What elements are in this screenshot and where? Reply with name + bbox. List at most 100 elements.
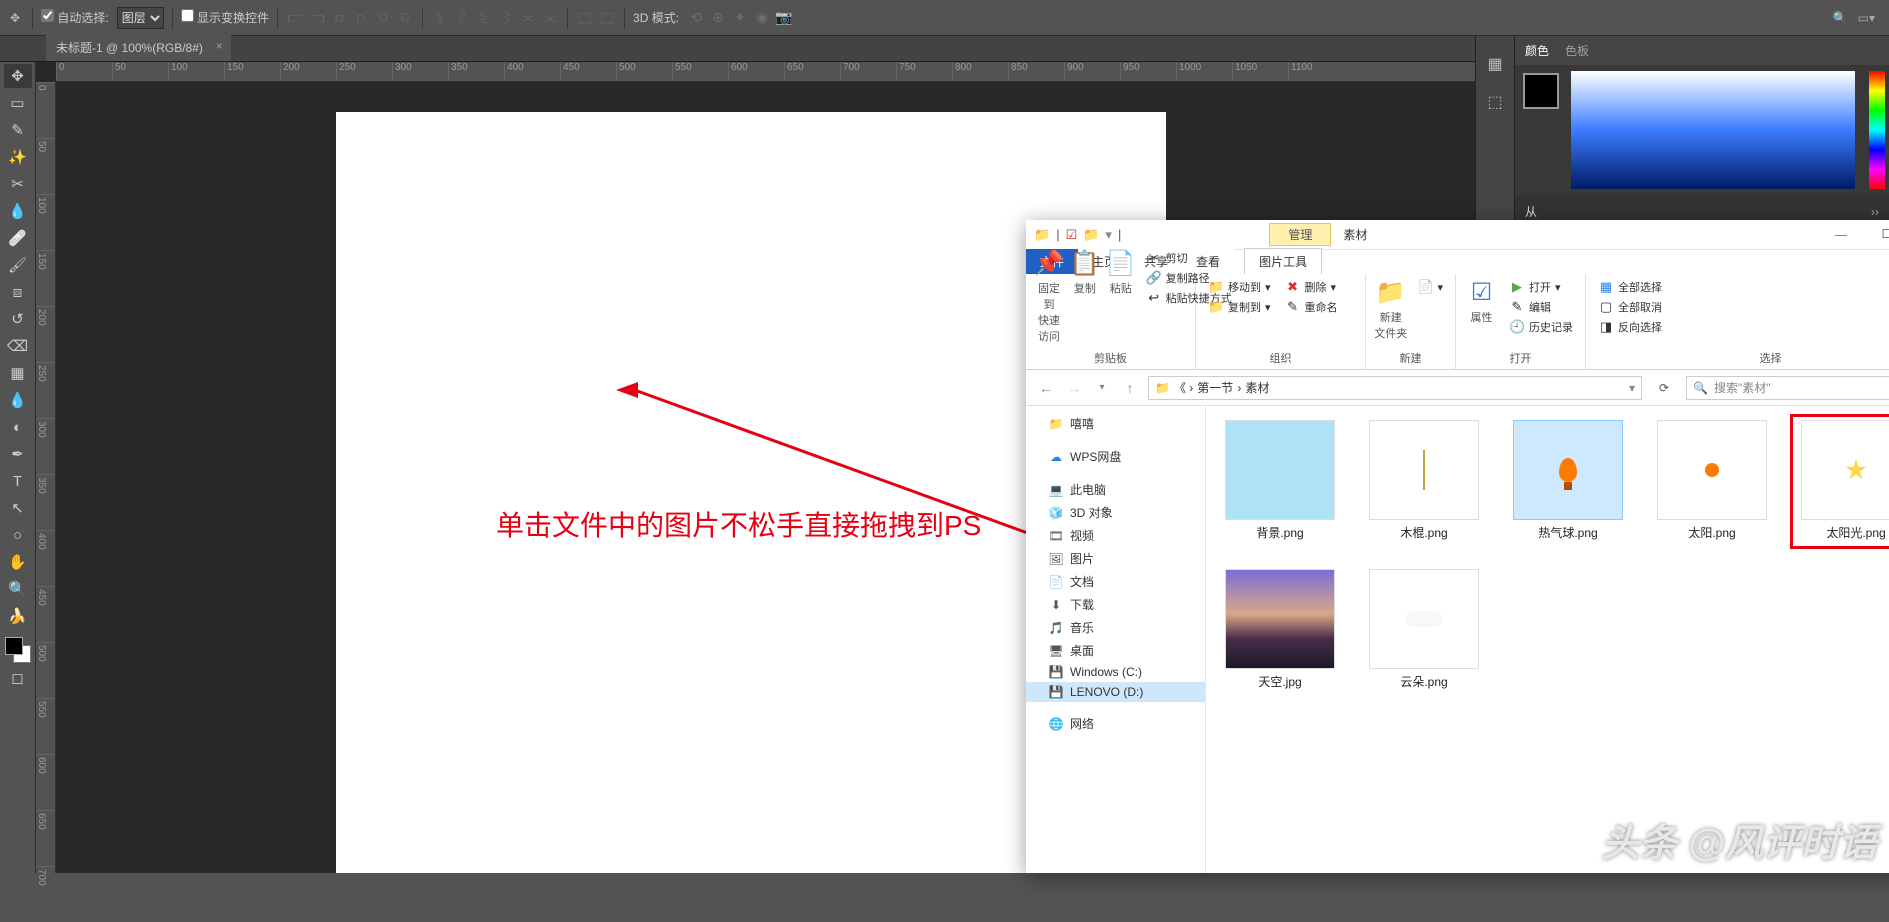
forward-button[interactable]: →: [1064, 380, 1084, 396]
pen-tool[interactable]: ✒: [4, 442, 32, 466]
quickmask-icon[interactable]: ◻: [4, 666, 32, 690]
maximize-button[interactable]: ☐: [1864, 220, 1889, 250]
minimize-button[interactable]: —: [1818, 220, 1864, 250]
properties-button[interactable]: ☑属性: [1464, 278, 1499, 325]
copyto-button[interactable]: 📁复制到▾: [1204, 298, 1275, 316]
panel-layout-icon[interactable]: ▭▾: [1858, 11, 1875, 25]
marquee-tool[interactable]: ▭: [4, 91, 32, 115]
rename-button[interactable]: ✎重命名: [1281, 298, 1342, 316]
search-input[interactable]: 🔍 搜索"素材": [1686, 376, 1889, 400]
tools-panel: ✥ ▭ ✎ ✨ ✂ 💧 🩹 🖌 ⧈ ↺ ⌫ ▦ 💧 ◐ ✒ T ↖ ○ ✋ 🔍 …: [0, 62, 36, 873]
check-icon[interactable]: ☑: [1066, 227, 1078, 243]
magic-wand-tool[interactable]: ✨: [4, 145, 32, 169]
eyedropper-tool[interactable]: 💧: [4, 199, 32, 223]
tree-node[interactable]: 🎞视频: [1026, 524, 1205, 547]
color-swatch[interactable]: [5, 637, 31, 663]
distribute-buttons[interactable]: ⫓⫔⫕⫖⫗⫘: [431, 9, 559, 27]
selectall-button[interactable]: ▦全部选择: [1594, 278, 1666, 296]
layer-dropdown[interactable]: 图层: [117, 7, 164, 29]
tree-node[interactable]: 🧊3D 对象: [1026, 501, 1205, 524]
hue-slider[interactable]: [1869, 71, 1885, 189]
tree-node[interactable]: 📁嘻嘻: [1026, 412, 1205, 435]
close-icon[interactable]: ×: [216, 39, 223, 53]
hand-tool[interactable]: ✋: [4, 550, 32, 574]
copy-button[interactable]: 📋复制: [1070, 249, 1100, 296]
moveto-button[interactable]: 📁移动到▾: [1204, 278, 1275, 296]
zoom-tool[interactable]: 🔍: [4, 577, 32, 601]
foreground-swatch[interactable]: [1523, 73, 1559, 109]
pin-button[interactable]: 📌固定到 快速访问: [1034, 249, 1064, 344]
tree-node[interactable]: 🌐网络: [1026, 712, 1205, 735]
banana-icon[interactable]: 🍌: [4, 604, 32, 628]
tree-node[interactable]: 🖥桌面: [1026, 639, 1205, 662]
text-tool[interactable]: T: [4, 469, 32, 493]
show-transform-check[interactable]: 显示变换控件: [181, 9, 269, 26]
tree-node[interactable]: 📄文档: [1026, 570, 1205, 593]
tree-node[interactable]: 🎵音乐: [1026, 616, 1205, 639]
tree-node[interactable]: ☁WPS网盘: [1026, 445, 1205, 468]
paste-button[interactable]: 📄粘贴: [1106, 249, 1136, 296]
search-icon: 🔍: [1693, 381, 1708, 395]
blur-tool[interactable]: 💧: [4, 388, 32, 412]
history-brush-tool[interactable]: ↺: [4, 307, 32, 331]
file-item[interactable]: 太阳.png: [1652, 420, 1772, 541]
selectnone-button[interactable]: ▢全部取消: [1594, 298, 1666, 316]
invert-button[interactable]: ◨反向选择: [1594, 318, 1666, 336]
tree-node[interactable]: 🖼图片: [1026, 547, 1205, 570]
document-tab[interactable]: 未标题-1 @ 100%(RGB/8#)×: [46, 34, 231, 61]
align-buttons[interactable]: ⫍⫎⫏⫐⫑⫒: [286, 9, 414, 27]
newfolder-button[interactable]: 📁新建 文件夹: [1374, 278, 1407, 341]
file-item[interactable]: 热气球.png: [1508, 420, 1628, 541]
file-item[interactable]: 木棍.png: [1364, 420, 1484, 541]
breadcrumb[interactable]: 📁《 › 第一节› 素材 ▾: [1148, 376, 1642, 400]
panel-icon[interactable]: ⬚: [1487, 92, 1502, 112]
panel-icon[interactable]: ▦: [1487, 54, 1502, 74]
healing-tool[interactable]: 🩹: [4, 226, 32, 250]
file-item[interactable]: 太阳光.png: [1796, 420, 1889, 541]
file-item[interactable]: 天空.jpg: [1220, 569, 1340, 690]
history-button[interactable]: 🕘历史记录: [1505, 318, 1577, 336]
tree-node[interactable]: 💾LENOVO (D:): [1026, 682, 1205, 702]
dodge-tool[interactable]: ◐: [4, 415, 32, 439]
move-tool[interactable]: ✥: [4, 64, 32, 88]
color-ramp[interactable]: [1571, 71, 1855, 189]
stamp-tool[interactable]: ⧈: [4, 280, 32, 304]
explorer-window: 📁 | ☑ 📁 ▾ | 管理 素材 — ☐ ✕ 文件 主页 共享 查看 图片工具…: [1026, 220, 1889, 873]
file-item[interactable]: 云朵.png: [1364, 569, 1484, 690]
open-button[interactable]: ▶打开▾: [1505, 278, 1577, 296]
tab-color[interactable]: 颜色: [1525, 42, 1549, 59]
manage-tab[interactable]: 管理: [1269, 223, 1331, 246]
tree-node[interactable]: 💾Windows (C:): [1026, 662, 1205, 682]
tree-node[interactable]: ⬇下载: [1026, 593, 1205, 616]
path-select-tool[interactable]: ↖: [4, 496, 32, 520]
options-bar: ✥ 自动选择: 图层 显示变换控件 ⫍⫎⫏⫐⫑⫒ ⫓⫔⫕⫖⫗⫘ ⬚⬚ 3D 模式…: [0, 0, 1889, 36]
crop-tool[interactable]: ✂: [4, 172, 32, 196]
edit-button[interactable]: ✎编辑: [1505, 298, 1577, 316]
folder-icon: 📁: [1034, 227, 1050, 243]
delete-button[interactable]: ✖删除▾: [1281, 278, 1342, 296]
brush-tool[interactable]: 🖌: [4, 253, 32, 277]
tree-node[interactable]: 💻此电脑: [1026, 478, 1205, 501]
recent-dropdown[interactable]: ▾: [1092, 382, 1112, 393]
tab-swatch[interactable]: 色板: [1565, 42, 1589, 59]
cut-button[interactable]: ✂剪切: [1142, 249, 1236, 267]
refresh-button[interactable]: ⟳: [1650, 381, 1678, 395]
tab-picture-tools[interactable]: 图片工具: [1244, 248, 1322, 274]
gradient-tool[interactable]: ▦: [4, 361, 32, 385]
mode-3d-buttons: ⟲⊕✦◉📷: [687, 9, 793, 27]
shape-tool[interactable]: ○: [4, 523, 32, 547]
window-title: 素材: [1343, 226, 1367, 243]
color-tabs: 颜色 色板: [1515, 36, 1889, 65]
nav-tree: 📁嘻嘻 ☁WPS网盘 💻此电脑🧊3D 对象🎞视频🖼图片📄文档⬇下载🎵音乐🖥桌面💾Wi…: [1026, 406, 1206, 873]
move-tool-icon: ✥: [6, 9, 24, 27]
search-icon[interactable]: 🔍: [1833, 11, 1848, 25]
arrow-head-icon: [616, 382, 638, 398]
annotation-text: 单击文件中的图片不松手直接拖拽到PS: [496, 504, 981, 544]
back-button[interactable]: ←: [1036, 380, 1056, 396]
up-button[interactable]: ↑: [1120, 380, 1140, 396]
lasso-tool[interactable]: ✎: [4, 118, 32, 142]
eraser-tool[interactable]: ⌫: [4, 334, 32, 358]
ruler-vertical: 0501001502002503003504004505005506006507…: [36, 82, 56, 873]
auto-select-check[interactable]: 自动选择:: [41, 9, 109, 26]
file-item[interactable]: 背景.png: [1220, 420, 1340, 541]
